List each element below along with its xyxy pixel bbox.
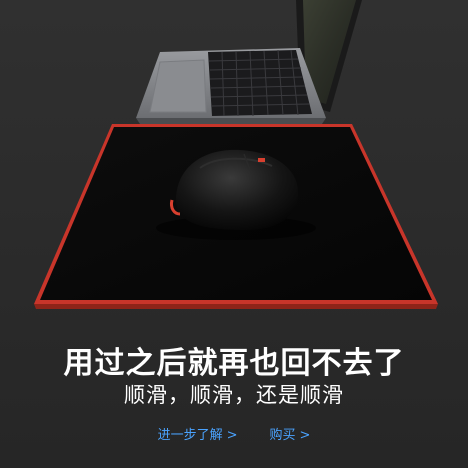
chevron-right-icon: > [226, 428, 238, 443]
learn-more-link[interactable]: 进一步了解 > [158, 424, 238, 443]
buy-label: 购买 [269, 428, 296, 443]
subheadline: 顺滑，顺滑，还是顺滑 [124, 383, 344, 407]
headline: 用过之后就再也回不去了 [63, 346, 405, 381]
link-row: 进一步了解 > 购买 > [0, 424, 468, 443]
buy-link[interactable]: 购买 > [270, 424, 311, 443]
chevron-right-icon: > [299, 428, 311, 443]
learn-more-label: 进一步了解 [157, 428, 223, 443]
